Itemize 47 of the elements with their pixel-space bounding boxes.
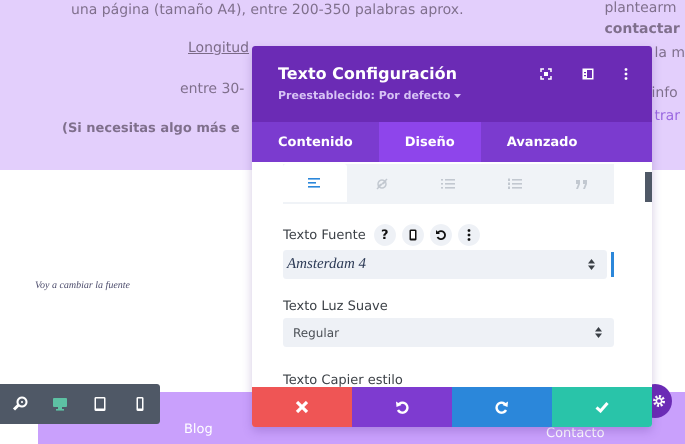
numbered-list-icon xyxy=(508,178,522,190)
updown-arrows-icon xyxy=(595,327,602,338)
checkmark-icon xyxy=(595,400,609,414)
paragraph-text: (Si necesitas algo más e xyxy=(62,120,240,138)
paragraph-text: trar xyxy=(654,107,680,126)
paragraph-text: info xyxy=(651,84,678,103)
magnifier-icon xyxy=(12,396,28,412)
updown-arrows-icon xyxy=(588,259,595,270)
paragraph-text: contactar xyxy=(604,20,680,39)
help-button[interactable]: ? xyxy=(374,224,396,246)
scrollbar[interactable] xyxy=(645,172,652,202)
paragraph-text: una página (tamaño A4), entre 200-350 palabras aprox. xyxy=(70,1,464,20)
broken-link-icon xyxy=(374,178,389,190)
text-link[interactable]: Longitud xyxy=(188,38,250,58)
preset-dropdown[interactable]: Preestablecido: Por defecto xyxy=(278,89,462,102)
caret-icon xyxy=(454,94,462,98)
bullet-list-icon xyxy=(441,178,456,190)
align-left-icon xyxy=(308,177,322,189)
phone-button[interactable] xyxy=(402,224,424,246)
undo-icon xyxy=(395,400,409,414)
field-label: Texto Fuente xyxy=(283,228,366,242)
more-icon[interactable] xyxy=(624,68,628,80)
more-button[interactable] xyxy=(458,224,480,246)
settings-icon xyxy=(652,394,666,408)
tab[interactable]: Diseño xyxy=(378,122,481,162)
tablet-icon xyxy=(92,396,108,412)
sidebar-icon[interactable] xyxy=(582,68,594,80)
font-select[interactable]: Amsterdam 4 xyxy=(283,250,607,279)
tab[interactable]: Avanzado xyxy=(480,122,604,162)
weight-select[interactable]: Regular xyxy=(283,318,614,347)
script-text: Voy a cambiar la fuente xyxy=(35,280,130,290)
paragraph-text: plantearm xyxy=(604,0,676,17)
field-label: Texto Luz Suave xyxy=(283,299,388,314)
paragraph-text: la m xyxy=(654,44,685,63)
focus-icon[interactable] xyxy=(540,68,552,80)
reset-icon xyxy=(434,229,447,241)
close-icon xyxy=(295,400,309,414)
paragraph-text: entre 30- xyxy=(180,80,244,99)
cancel-button[interactable] xyxy=(252,387,352,427)
quote-icon xyxy=(575,178,590,190)
reset-button[interactable] xyxy=(430,224,452,246)
tab[interactable]: Contenido xyxy=(252,122,379,162)
desktop-icon xyxy=(52,396,68,412)
field-label: Texto Capier estilo xyxy=(283,373,403,387)
redo-icon xyxy=(495,400,509,414)
phone-icon xyxy=(406,229,419,241)
modal-title: Texto Configuración xyxy=(278,64,458,84)
